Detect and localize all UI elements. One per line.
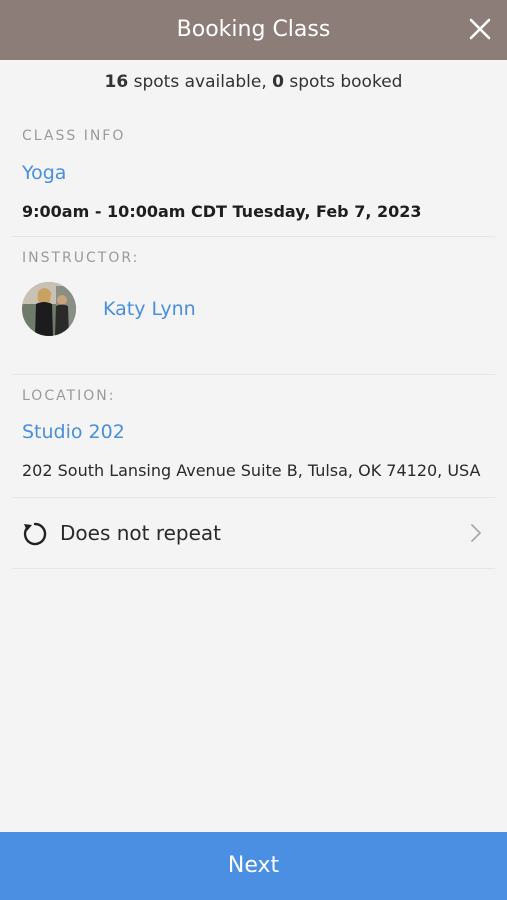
chevron-right-icon <box>471 524 481 542</box>
repeat-option-row[interactable]: Does not repeat <box>0 500 507 568</box>
spots-available-text: spots available, <box>128 72 273 92</box>
location-address: 202 South Lansing Avenue Suite B, Tulsa,… <box>22 461 481 480</box>
page-title: Booking Class <box>176 17 331 42</box>
repeat-icon <box>23 522 47 546</box>
instructor-name-link[interactable]: Katy Lynn <box>103 298 196 320</box>
spots-available-count: 16 <box>104 72 129 92</box>
class-info-label: CLASS INFO <box>22 128 126 144</box>
class-datetime: 9:00am - 10:00am CDT Tuesday, Feb 7, 202… <box>22 202 422 221</box>
repeat-label: Does not repeat <box>60 521 222 545</box>
divider <box>12 568 495 569</box>
location-label: LOCATION: <box>22 388 116 404</box>
instructor-avatar[interactable] <box>22 282 76 336</box>
spots-summary: 16 spots available, 0 spots booked <box>0 72 507 92</box>
next-button[interactable]: Next <box>0 832 507 900</box>
divider <box>12 497 495 498</box>
spots-booked-text: spots booked <box>283 72 403 92</box>
instructor-label: INSTRUCTOR: <box>22 250 140 266</box>
divider <box>12 236 495 237</box>
close-icon[interactable] <box>467 16 493 42</box>
class-name-link[interactable]: Yoga <box>22 162 66 184</box>
spots-booked-count: 0 <box>272 72 284 92</box>
header-bar: Booking Class <box>0 0 507 60</box>
divider <box>12 374 495 375</box>
location-name-link[interactable]: Studio 202 <box>22 421 125 443</box>
